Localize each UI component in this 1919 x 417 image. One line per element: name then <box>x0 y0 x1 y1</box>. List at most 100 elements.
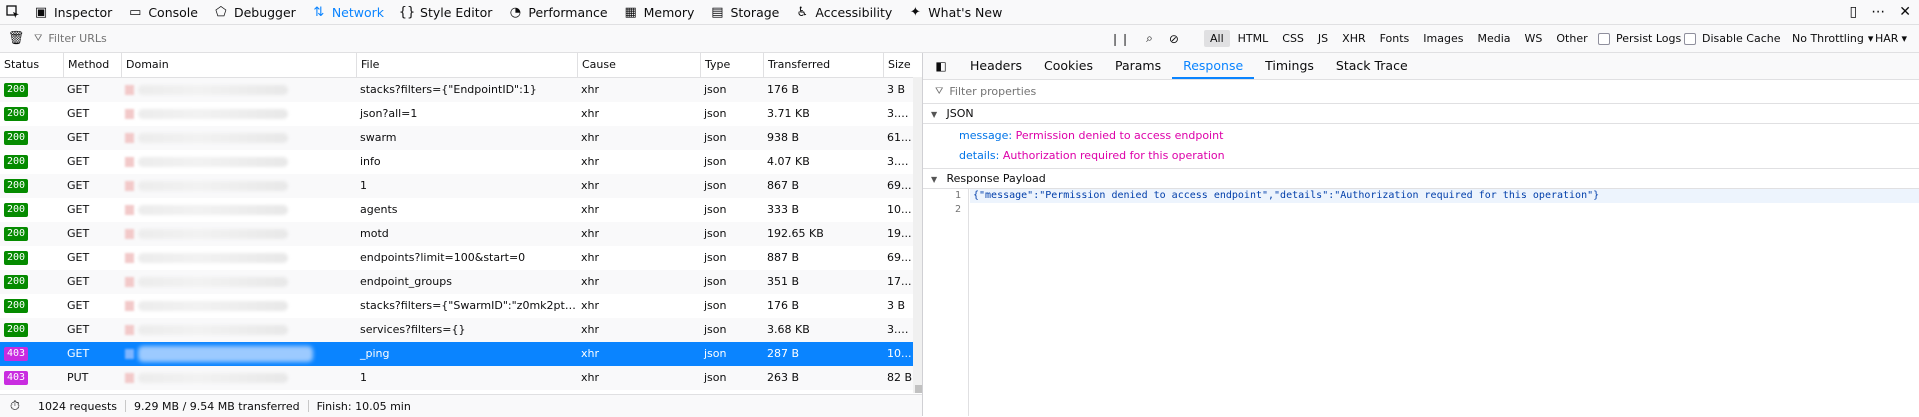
line-number: 1 <box>954 190 961 201</box>
column-header-size[interactable]: Size <box>883 53 913 77</box>
har-menu[interactable]: HAR ▾ <box>1875 25 1907 52</box>
persist-logs-checkbox[interactable]: Persist Logs <box>1598 25 1681 52</box>
type-cell: json <box>704 251 727 264</box>
filter-fonts[interactable]: Fonts <box>1374 30 1416 47</box>
tab-console[interactable]: ▭ Console <box>120 0 206 24</box>
filter-media[interactable]: Media <box>1471 30 1516 47</box>
stopwatch-icon[interactable]: ⏱ <box>0 399 30 414</box>
response-payload-header[interactable]: ▼ Response Payload <box>923 168 1919 189</box>
disable-cache-box[interactable] <box>1684 32 1696 45</box>
finish-time: Finish: 10.05 min <box>316 399 411 413</box>
table-row[interactable]: 200 GET stacks?filters={"EndpointID":1} xhr… <box>0 78 913 102</box>
size-cell: 10... <box>887 347 912 360</box>
clear-requests-icon[interactable]: 🗑 <box>0 31 32 46</box>
network-filter-bar: 🗑 ⛛ Filter URLs ❘❘ ⌕ ⊘ All HTML CSS JS XHR Fo… <box>0 25 1919 53</box>
column-header-transferred[interactable]: Transferred <box>763 53 883 77</box>
code-line[interactable] <box>970 203 1919 217</box>
lock-icon <box>125 133 134 143</box>
tab-storage[interactable]: ▤ Storage <box>702 0 787 24</box>
filter-images[interactable]: Images <box>1417 30 1469 47</box>
column-header-domain[interactable]: Domain <box>121 53 356 77</box>
table-row[interactable]: 200 GET info xhr json 4.07 KB 3.7... <box>0 150 913 174</box>
filter-other[interactable]: Other <box>1550 30 1593 47</box>
tab-timings[interactable]: Timings <box>1254 53 1325 79</box>
lock-icon <box>125 253 134 263</box>
method-cell: GET <box>67 275 90 288</box>
tab-network[interactable]: ⇅ Network <box>304 0 392 24</box>
toggle-sidebar-icon[interactable]: ◧ <box>923 59 959 73</box>
tab-debugger[interactable]: ⬠ Debugger <box>206 0 304 24</box>
table-row[interactable]: 200 GET stacks?filters={"SwarmID":"z0mk2pt… <box>0 294 913 318</box>
filter-properties-input[interactable]: ⛛ Filter properties <box>923 80 1919 104</box>
response-payload-editor[interactable]: 1 {"message":"Permission denied to access… <box>923 189 1919 416</box>
dock-side-icon[interactable]: ▯ <box>1850 4 1858 20</box>
element-picker-icon[interactable] <box>0 0 26 24</box>
tab-memory[interactable]: ▦ Memory <box>616 0 703 24</box>
table-row[interactable]: 200 GET endpoint_groups xhr json 351 B 17... <box>0 270 913 294</box>
tab-response[interactable]: Response <box>1172 53 1255 79</box>
filter-urls-input[interactable]: ⛛ Filter URLs <box>34 28 1099 50</box>
json-property-details[interactable]: details: Authorization required for this… <box>959 147 1225 165</box>
domain-cell-redacted <box>121 126 356 150</box>
status-cell: 200 <box>0 102 63 126</box>
pause-icon[interactable]: ❘❘ <box>1110 32 1130 46</box>
size-cell: 3.7... <box>887 155 913 168</box>
lock-icon <box>125 109 134 119</box>
column-header-type[interactable]: Type <box>700 53 763 77</box>
more-options-icon[interactable]: ⋯ <box>1871 4 1885 20</box>
table-row[interactable]: 200 GET agents xhr json 333 B 10... <box>0 198 913 222</box>
tab-inspector[interactable]: ▣ Inspector <box>26 0 120 24</box>
column-header-status[interactable]: Status <box>0 53 63 77</box>
filter-js[interactable]: JS <box>1312 30 1334 47</box>
json-property-message[interactable]: message: Permission denied to access end… <box>959 127 1223 145</box>
throttling-select[interactable]: No Throttling ▾ <box>1792 25 1873 52</box>
file-cell: 1 <box>360 179 367 192</box>
tab-params[interactable]: Params <box>1104 53 1172 79</box>
type-cell: json <box>704 107 727 120</box>
tab-label: Accessibility <box>815 4 893 20</box>
filter-xhr[interactable]: XHR <box>1336 30 1371 47</box>
status-cell: 200 <box>0 294 63 318</box>
disable-cache-label: Disable Cache <box>1702 32 1781 45</box>
column-header-method[interactable]: Method <box>63 53 121 77</box>
tab-cookies[interactable]: Cookies <box>1033 53 1104 79</box>
table-scrollbar[interactable] <box>913 77 922 393</box>
table-row[interactable]: 200 GET services?filters={} xhr json 3.68 KB 3… <box>0 318 913 342</box>
disable-cache-checkbox[interactable]: Disable Cache <box>1684 25 1781 52</box>
tab-style-editor[interactable]: {} Style Editor <box>392 0 500 24</box>
tab-accessibility[interactable]: ♿ Accessibility <box>787 0 900 24</box>
tab-label: Storage <box>730 4 780 20</box>
table-row[interactable]: 200 GET swarm xhr json 938 B 61... <box>0 126 913 150</box>
column-header-file[interactable]: File <box>356 53 577 77</box>
style-editor-icon: {} <box>398 4 416 20</box>
filter-ws[interactable]: WS <box>1519 30 1549 47</box>
tab-what-s-new[interactable]: ✦ What's New <box>900 0 1010 24</box>
table-row[interactable]: 403 PUT 1 xhr json 263 B 82 B <box>0 366 913 390</box>
status-badge: 200 <box>4 155 29 169</box>
tab-performance[interactable]: ◔ Performance <box>500 0 615 24</box>
persist-logs-box[interactable] <box>1598 32 1610 45</box>
block-icon[interactable]: ⊘ <box>1169 32 1179 46</box>
method-cell: GET <box>67 347 90 360</box>
table-row[interactable]: 200 GET motd xhr json 192.65 KB 19... <box>0 222 913 246</box>
close-icon[interactable]: ✕ <box>1899 4 1911 20</box>
json-section-header[interactable]: ▼ JSON <box>923 104 1919 124</box>
status-badge: 200 <box>4 203 29 217</box>
cause-cell: xhr <box>581 371 600 384</box>
filter-all[interactable]: All <box>1204 30 1230 47</box>
column-header-cause[interactable]: Cause <box>577 53 700 77</box>
code-line[interactable]: {"message":"Permission denied to access … <box>970 189 1919 203</box>
filter-html[interactable]: HTML <box>1232 30 1275 47</box>
tab-headers[interactable]: Headers <box>959 53 1033 79</box>
domain-cell-redacted <box>121 342 356 366</box>
table-row[interactable]: 403 GET _ping xhr json 287 B 10... <box>0 342 913 366</box>
filter-css[interactable]: CSS <box>1276 30 1310 47</box>
table-row[interactable]: 200 GET 1 xhr json 867 B 69... <box>0 174 913 198</box>
status-cell: 403 <box>0 342 63 366</box>
table-row[interactable]: 200 GET json?all=1 xhr json 3.71 KB 3.4... <box>0 102 913 126</box>
table-row[interactable]: 200 GET endpoints?limit=100&start=0 xhr json… <box>0 246 913 270</box>
search-icon[interactable]: ⌕ <box>1146 31 1153 46</box>
tab-stack-trace[interactable]: Stack Trace <box>1325 53 1419 79</box>
file-cell: swarm <box>360 131 397 144</box>
table-scrollbar-thumb[interactable] <box>915 385 922 393</box>
